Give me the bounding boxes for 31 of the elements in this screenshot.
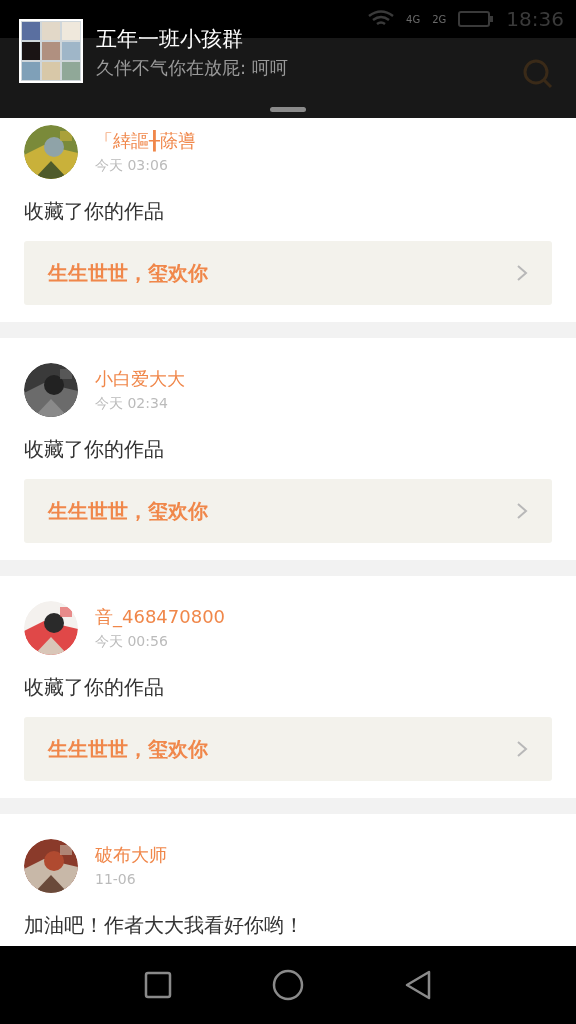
notification-title: 五年一班小孩群 [96, 26, 244, 53]
message-time: 11-06 [95, 870, 137, 889]
work-link[interactable]: 生生世世，玺欢你 [24, 241, 552, 305]
chevron-right-icon [516, 740, 528, 758]
message-text: 收藏了你的作品 [24, 198, 165, 225]
user-name[interactable]: 小白爱大大 [95, 366, 185, 392]
notification-panel[interactable]: 4G 2G 18:36 五年一班小孩群 久伴不气你在放屁: 呵呵 [0, 0, 576, 118]
message-text: 收藏了你的作品 [24, 436, 165, 463]
battery-icon [458, 10, 495, 28]
wifi-icon [368, 10, 395, 28]
work-link[interactable]: 生生世世，玺欢你 [24, 479, 552, 543]
message-time: 今天 03:06 [95, 156, 169, 175]
work-link[interactable]: 生生世世，玺欢你 [24, 717, 552, 781]
message-text: 收藏了你的作品 [24, 674, 165, 701]
message-text: 加油吧！作者大大我看好你哟！ [24, 912, 305, 939]
user-name[interactable]: 音_468470800 [95, 604, 226, 630]
notification-message: 久伴不气你在放屁: 呵呵 [96, 56, 288, 80]
chevron-right-icon [516, 502, 528, 520]
clock: 18:36 [506, 6, 564, 33]
message-time: 今天 00:56 [95, 632, 169, 651]
search-icon [522, 58, 554, 90]
message-time: 今天 02:34 [95, 394, 169, 413]
network-label: 2G [432, 12, 447, 27]
chevron-right-icon [516, 264, 528, 282]
back-icon[interactable] [404, 970, 432, 1000]
network-label: 4G [406, 12, 421, 27]
square-icon[interactable] [144, 971, 172, 999]
user-name[interactable]: 破布大师 [95, 842, 167, 868]
user-name[interactable]: 「緈謳╂蒢噵 [95, 128, 196, 154]
drag-handle[interactable] [270, 107, 306, 112]
home-icon[interactable] [272, 969, 304, 1001]
